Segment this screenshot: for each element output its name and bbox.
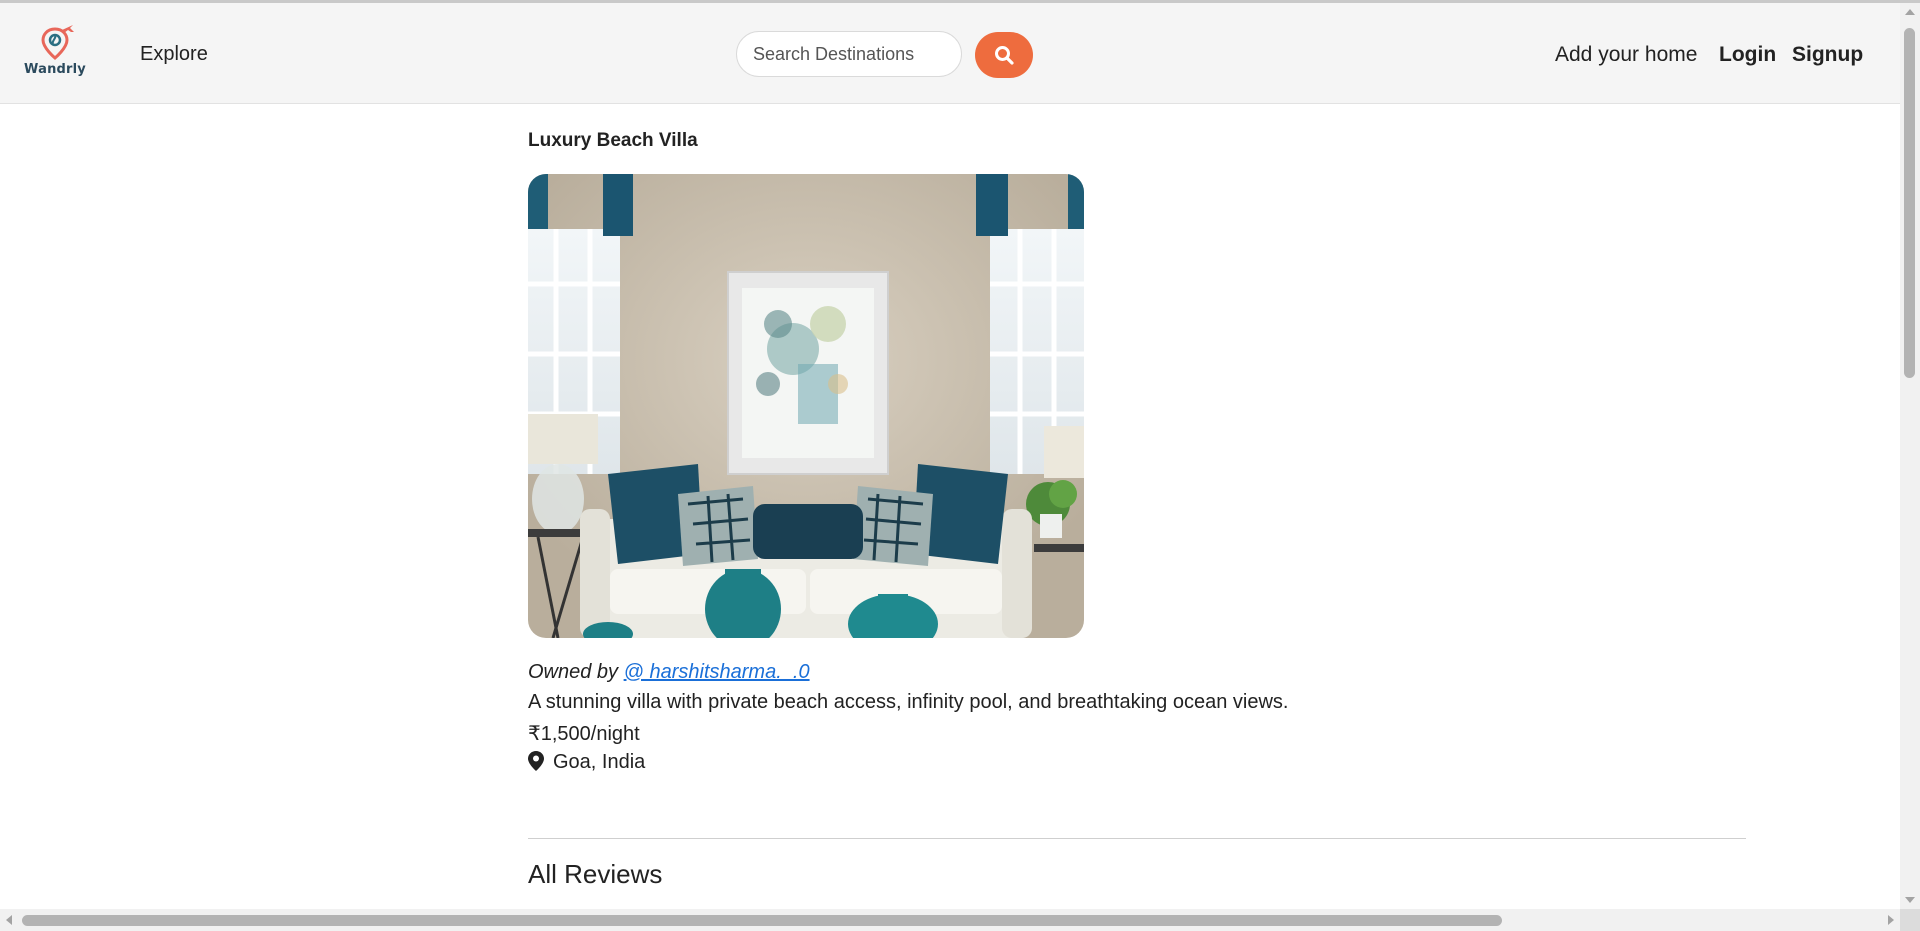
location-text: Goa, India xyxy=(553,751,646,773)
navbar: Wandrly Explore Add your home Login Sign… xyxy=(0,3,1900,104)
nav-add-home-link[interactable]: Add your home xyxy=(1555,43,1697,67)
listing-photo xyxy=(528,174,1084,638)
scroll-left-arrow-icon[interactable] xyxy=(6,915,12,925)
scroll-right-arrow-icon[interactable] xyxy=(1888,915,1894,925)
brand-logo[interactable]: Wandrly xyxy=(22,25,88,85)
search-button[interactable] xyxy=(975,32,1033,78)
listing-description: A stunning villa with private beach acce… xyxy=(528,691,1289,713)
listing-price: ₹1,500/night xyxy=(528,723,640,745)
scrollbar-corner xyxy=(1900,909,1920,931)
scroll-down-arrow-icon[interactable] xyxy=(1905,897,1915,903)
vertical-scrollbar[interactable] xyxy=(1900,3,1920,909)
search-input[interactable] xyxy=(736,31,962,77)
section-divider xyxy=(528,838,1746,839)
listing-location: Goa, India xyxy=(528,751,645,774)
map-pin-airplane-icon xyxy=(41,25,74,60)
horizontal-scrollbar[interactable] xyxy=(0,909,1900,931)
owner-prefix: Owned by xyxy=(528,661,619,683)
search-icon xyxy=(995,46,1014,65)
scroll-up-arrow-icon[interactable] xyxy=(1905,9,1915,15)
nav-signup-link[interactable]: Signup xyxy=(1792,43,1863,67)
vertical-scroll-thumb[interactable] xyxy=(1904,28,1915,378)
listing-owner: Owned by @ harshitsharma._.0 xyxy=(528,661,810,684)
nav-explore-link[interactable]: Explore xyxy=(140,43,208,66)
nav-login-link[interactable]: Login xyxy=(1719,43,1776,67)
location-pin-icon xyxy=(528,751,544,771)
brand-name: Wandrly xyxy=(24,62,86,77)
reviews-heading: All Reviews xyxy=(528,859,663,889)
page-viewport: Wandrly Explore Add your home Login Sign… xyxy=(0,3,1900,909)
horizontal-scroll-thumb[interactable] xyxy=(22,915,1502,926)
owner-profile-link[interactable]: @ harshitsharma._.0 xyxy=(624,661,810,683)
listing-title: Luxury Beach Villa xyxy=(528,130,698,151)
